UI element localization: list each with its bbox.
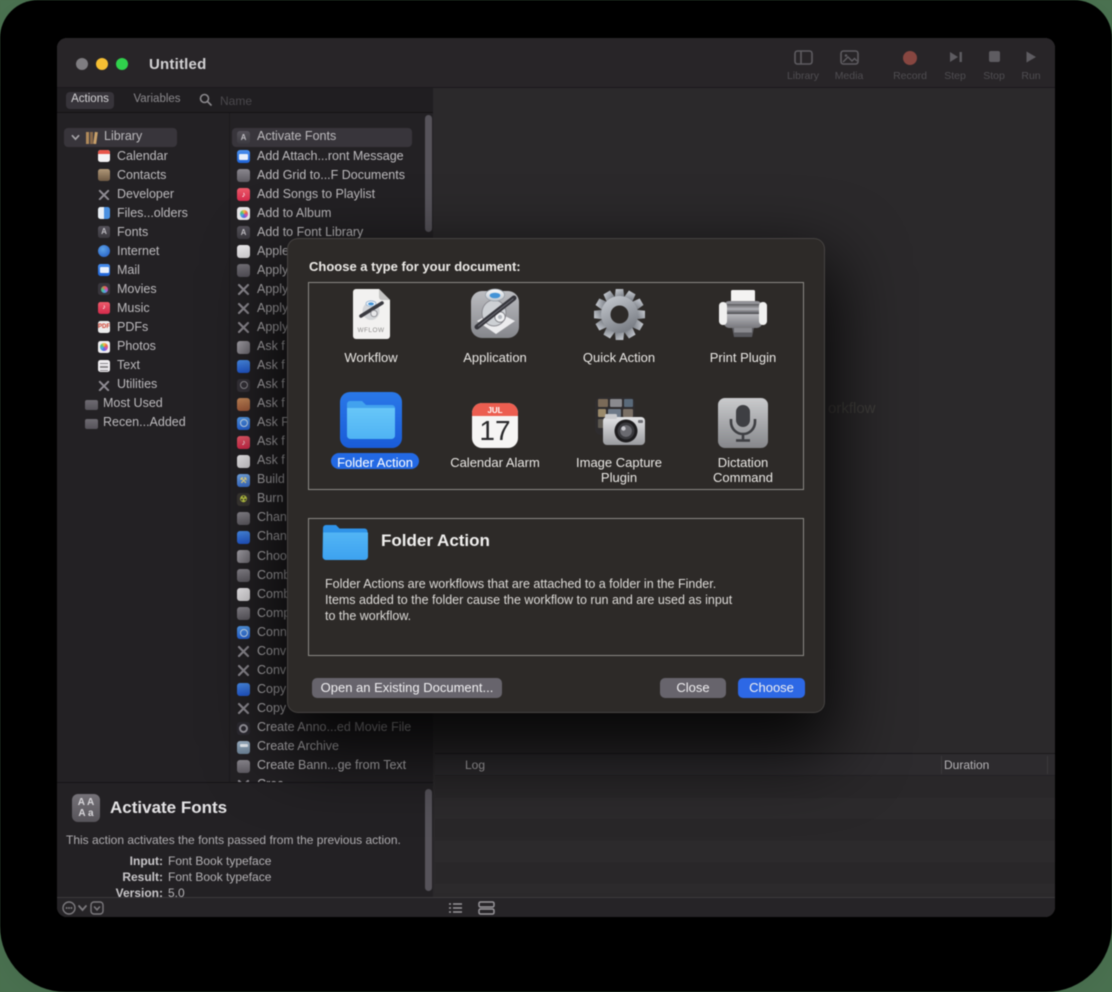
svg-text:17: 17 bbox=[479, 415, 510, 446]
svg-text:WFLOW: WFLOW bbox=[357, 327, 384, 334]
svg-text:JUL: JUL bbox=[487, 406, 502, 415]
